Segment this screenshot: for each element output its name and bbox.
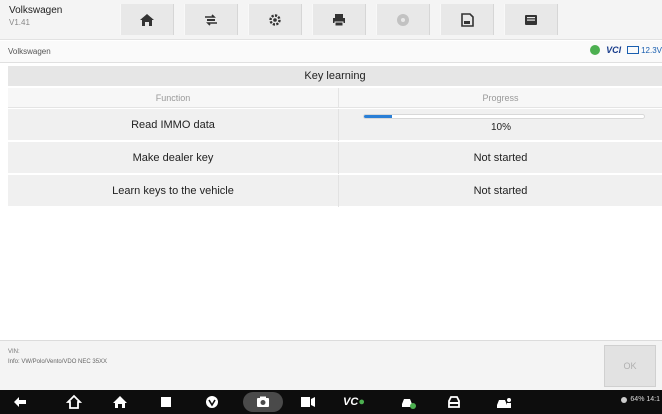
vci-manager-button[interactable]: VC● [343,393,365,411]
settings-button[interactable] [248,4,302,35]
back-arrow-icon [14,397,26,407]
vin-label: VIN: [8,349,20,355]
home-nav-button[interactable] [64,393,84,411]
voltage-value: 12.3V [641,45,662,55]
battery-icon [627,46,640,54]
system-status: 64% 14:1 [621,396,660,403]
data-logging-icon [525,14,537,25]
display-icon [301,397,315,407]
status-cell: Not started [338,175,662,207]
home-button[interactable] [120,4,174,35]
help-icon [397,13,409,26]
app-title-block: Volkswagen V1.41 [9,5,62,29]
autel-home-button[interactable] [110,393,130,411]
app-version: V1.41 [9,18,30,27]
battery-voltage: 12.3V [627,46,662,55]
breadcrumb-bar: Volkswagen VCI 12.3V [0,41,662,63]
home-icon [140,13,154,26]
app-name: Volkswagen [9,5,63,16]
save-icon [461,12,474,27]
column-header-function: Function [8,88,338,108]
column-header-progress: Progress [338,88,662,108]
table-row: Read IMMO data 10% [8,109,662,141]
page-title: Key learning [8,66,662,86]
breadcrumb: Volkswagen [8,47,51,56]
browser-icon [206,396,218,408]
camera-icon [257,396,269,407]
back-button[interactable] [10,393,30,411]
table-row: Make dealer key Not started [8,142,662,174]
progress-cell: 10% [338,109,662,141]
house-icon [66,394,82,409]
vehicle-swap-icon [205,13,217,26]
vci-manager-icon: VC● [343,396,365,408]
car-check-icon [402,399,416,409]
recent-apps-icon [161,397,171,407]
recent-apps-button[interactable] [156,393,176,411]
data-logging-button[interactable] [504,4,558,35]
status-icons: VCI 12.3V [590,45,662,55]
vehicle-info-bar: VIN: Info: VW/Polo/Vento/VDO NEC 35XX OK [0,340,662,390]
vehicle-button[interactable] [444,393,464,411]
system-nav-bar: VC● 64% 14:1 [0,390,662,414]
top-toolbar: Volkswagen V1.41 [0,0,662,40]
table-row: Learn keys to the vehicle Not started [8,175,662,207]
screenshot-button[interactable] [253,393,273,411]
car-user-icon [497,398,511,408]
function-cell: Read IMMO data [131,119,215,131]
display-mirror-button[interactable] [298,393,318,411]
vci-connection-icon [590,45,601,55]
print-button[interactable] [312,4,366,35]
function-cell: Make dealer key [132,152,214,164]
vci-badge: VCI [606,45,622,55]
help-button[interactable] [376,4,430,35]
function-cell: Learn keys to the vehicle [112,185,234,197]
battery-clock-text: 64% 14:1 [630,396,660,403]
print-icon [333,13,345,26]
status-cell: Not started [338,142,662,174]
settings-icon [269,13,281,26]
progress-percent: 10% [490,122,511,133]
progress-bar [363,114,645,119]
save-button[interactable] [440,4,494,35]
vehicle-check-button[interactable] [398,393,418,411]
car-front-icon [448,396,460,408]
progress-bar-fill [364,115,392,118]
vehicle-swap-button[interactable] [184,4,238,35]
vehicle-info: Info: VW/Polo/Vento/VDO NEC 35XX [8,359,108,365]
wifi-icon [621,396,628,403]
vehicle-user-button[interactable] [494,393,514,411]
app-home-icon [113,396,127,408]
ok-button[interactable]: OK [604,345,656,387]
browser-button[interactable] [202,393,222,411]
